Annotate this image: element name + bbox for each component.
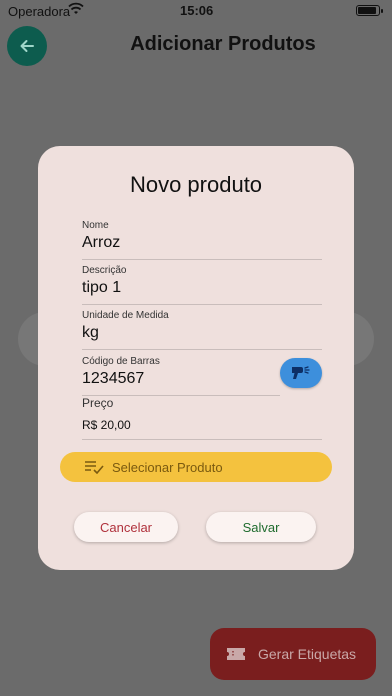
unit-underline [82, 349, 322, 350]
description-underline [82, 304, 322, 305]
save-button[interactable]: Salvar [206, 512, 316, 542]
generate-labels-label: Gerar Etiquetas [258, 646, 357, 662]
barcode-scanner-icon [292, 366, 310, 379]
name-underline [82, 259, 322, 260]
name-label: Nome [82, 220, 109, 231]
description-field[interactable]: Descrição tipo 1 [82, 265, 322, 305]
barcode-value[interactable]: 1234567 [82, 370, 280, 388]
new-product-dialog: Novo produto Nome Arroz Descrição tipo 1… [38, 146, 354, 570]
description-value[interactable]: tipo 1 [82, 279, 322, 297]
wifi-icon [68, 2, 84, 14]
back-button[interactable] [7, 26, 47, 66]
unit-value[interactable]: kg [82, 324, 322, 342]
name-field[interactable]: Nome Arroz [82, 220, 322, 260]
ticket-icon [227, 648, 245, 660]
cancel-button[interactable]: Cancelar [74, 512, 178, 542]
clock: 15:06 [180, 3, 214, 18]
price-field[interactable]: Preço R$ 20,00 [82, 396, 322, 440]
arrow-left-icon [20, 40, 34, 52]
scan-barcode-button[interactable] [280, 358, 322, 388]
select-product-label: Selecionar Produto [112, 459, 223, 475]
price-value[interactable]: R$ 20,00 [82, 418, 322, 432]
select-product-button[interactable]: Selecionar Produto [60, 452, 332, 482]
status-bar: Operadora 15:06 [0, 0, 392, 22]
unit-label: Unidade de Medida [82, 310, 169, 321]
checklist-icon [85, 461, 104, 474]
generate-labels-button[interactable]: Gerar Etiquetas [210, 628, 376, 680]
barcode-field[interactable]: Código de Barras 1234567 [82, 356, 280, 396]
dialog-title: Novo produto [129, 172, 263, 197]
price-label: Preço [82, 396, 114, 410]
page-title: Adicionar Produtos [130, 33, 316, 55]
battery-icon [356, 5, 383, 16]
name-value[interactable]: Arroz [82, 234, 322, 252]
barcode-label: Código de Barras [82, 356, 160, 367]
description-label: Descrição [82, 265, 127, 276]
carrier-name: Operadora [8, 4, 71, 19]
price-underline [82, 439, 322, 440]
unit-field[interactable]: Unidade de Medida kg [82, 310, 322, 350]
